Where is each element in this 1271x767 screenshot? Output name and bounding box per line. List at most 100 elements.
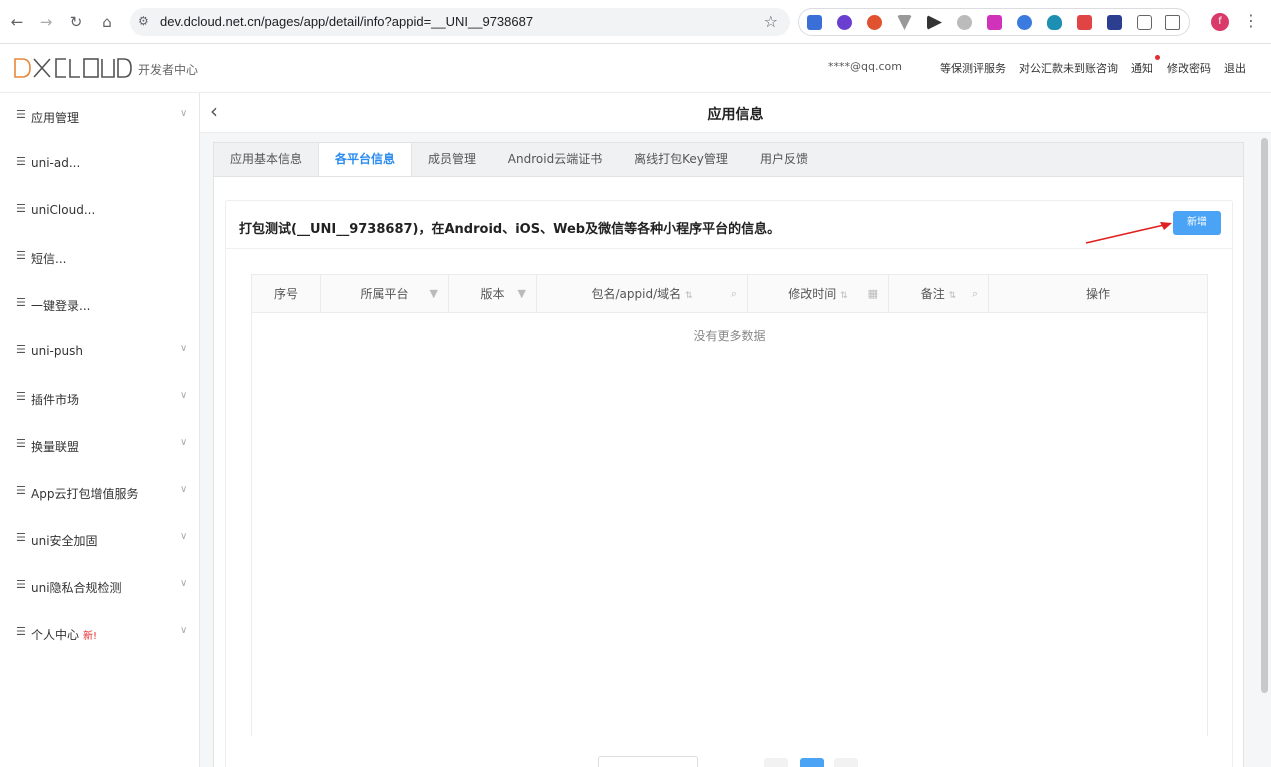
page-header: ‹ 应用信息 — [200, 93, 1271, 133]
cloud-extension-icon[interactable] — [1047, 15, 1062, 30]
chevron-down-icon: ∨ — [180, 437, 188, 448]
tab-android-cert[interactable]: Android云端证书 — [492, 143, 618, 177]
sidebar-item-unicloud[interactable]: ☰ uniCloud... — [0, 195, 200, 225]
profile-avatar[interactable]: f — [1211, 13, 1229, 31]
col-index: 序号 — [252, 275, 321, 313]
list-icon: ☰ — [16, 390, 26, 403]
notification-dot — [1155, 55, 1160, 60]
tab-bar: 应用基本信息 各平台信息 成员管理 Android云端证书 离线打包Key管理 … — [213, 142, 1244, 178]
tab-members[interactable]: 成员管理 — [412, 143, 492, 177]
tab-feedback[interactable]: 用户反馈 — [744, 143, 824, 177]
list-icon: ☰ — [16, 343, 26, 356]
header-link-logout[interactable]: 退出 — [1224, 60, 1246, 76]
tab-basic-info[interactable]: 应用基本信息 — [214, 143, 318, 177]
chevron-down-icon: ∨ — [180, 578, 188, 589]
empty-state: 没有更多数据 — [693, 329, 766, 343]
sort-icon[interactable]: ⇅ — [685, 291, 693, 301]
chevron-down-icon: ∨ — [180, 390, 188, 401]
page-scrollbar[interactable] — [1261, 138, 1268, 693]
extension-icon[interactable] — [837, 15, 852, 30]
col-version[interactable]: 版本 ▼ — [449, 275, 537, 313]
list-icon: ☰ — [16, 108, 26, 121]
tab-offline-key[interactable]: 离线打包Key管理 — [618, 143, 744, 177]
app-header: 开发者中心 ****@qq.com 等保测评服务 对公汇款未到账咨询 通知 修改… — [0, 44, 1271, 93]
col-package-label: 包名/appid/域名 — [591, 287, 682, 301]
extension-icon[interactable] — [867, 15, 882, 30]
extension-icon[interactable] — [957, 15, 972, 30]
header-link-change-password[interactable]: 修改密码 — [1167, 60, 1211, 76]
sidebar-item-sms[interactable]: ☰ 短信... — [0, 242, 200, 272]
sidebar-item-cloud-build[interactable]: ☰ App云打包增值服务 ∨ — [0, 477, 200, 507]
col-package[interactable]: 包名/appid/域名 ⇅ ⌕ — [537, 275, 748, 313]
prev-page-button[interactable] — [764, 758, 788, 767]
list-icon: ☰ — [16, 155, 26, 168]
back-arrow-icon[interactable]: ← — [6, 11, 28, 33]
filter-icon[interactable]: ▼ — [518, 275, 526, 313]
col-modified-time[interactable]: 修改时间 ⇅ ▦ — [748, 275, 889, 313]
list-icon: ☰ — [16, 202, 26, 215]
sidebar-item-traffic-alliance[interactable]: ☰ 换量联盟 ∨ — [0, 430, 200, 460]
add-platform-button[interactable]: 新增 — [1173, 211, 1221, 235]
sidebar-item-one-click-login[interactable]: ☰ 一键登录... — [0, 289, 200, 319]
tab-platform-info[interactable]: 各平台信息 — [318, 143, 412, 178]
col-remark[interactable]: 备注 ⇅ ⌕ — [889, 275, 989, 313]
filter-icon[interactable]: ▼ — [430, 275, 438, 313]
forward-arrow-icon[interactable]: → — [35, 11, 57, 33]
col-platform-label: 所属平台 — [360, 287, 409, 301]
chevron-down-icon: ∨ — [180, 625, 188, 636]
more-menu-icon[interactable]: ⋮ — [1243, 11, 1259, 30]
sidebar-item-app-management[interactable]: ☰ 应用管理 ∨ — [0, 101, 200, 131]
chevron-down-icon: ∨ — [180, 531, 188, 542]
sidebar-item-label: 应用管理 — [31, 111, 80, 125]
bookmark-star-icon[interactable]: ☆ — [764, 12, 778, 31]
page-size-select[interactable] — [598, 756, 698, 767]
extension-icon[interactable] — [807, 15, 822, 30]
sidebar-item-personal-center[interactable]: ☰ 个人中心 新! ∨ — [0, 618, 200, 648]
col-actions: 操作 — [1085, 287, 1110, 301]
extension-icon[interactable] — [897, 15, 912, 30]
sidebar-item-label-text: 个人中心 — [31, 628, 80, 642]
sidebar-item-privacy-check[interactable]: ☰ uni隐私合规检测 ∨ — [0, 571, 200, 601]
address-bar[interactable]: ⚙ dev.dcloud.net.cn/pages/app/detail/inf… — [130, 8, 790, 36]
extension-icon[interactable] — [1017, 15, 1032, 30]
search-icon[interactable]: ⌕ — [731, 275, 737, 313]
col-platform[interactable]: 所属平台 ▼ — [321, 275, 449, 313]
col-version-label: 版本 — [480, 287, 505, 301]
current-page-button[interactable] — [800, 758, 824, 767]
sidebar-item-uni-push[interactable]: ☰ uni-push ∨ — [0, 336, 200, 366]
puzzle-icon[interactable] — [1165, 15, 1180, 30]
download-extension-icon[interactable] — [987, 15, 1002, 30]
list-icon: ☰ — [16, 249, 26, 262]
calendar-icon[interactable]: ▦ — [868, 275, 878, 313]
sidebar: ☰ 应用管理 ∨ ☰ uni-ad... ☰ uniCloud... ☰ 短信... ☰ 一… — [0, 93, 200, 767]
tab-extension-icon[interactable] — [1137, 15, 1152, 30]
dcloud-logo[interactable] — [14, 57, 132, 79]
play-extension-icon[interactable] — [927, 15, 942, 30]
platform-description: 打包测试(__UNI__9738687)，在Android、iOS、Web及微信… — [239, 222, 781, 237]
header-link-transfer-inquiry[interactable]: 对公汇款未到账咨询 — [1019, 60, 1118, 76]
sidebar-item-security-hardening[interactable]: ☰ uni安全加固 ∨ — [0, 524, 200, 554]
sidebar-item-label: App云打包增值服务 — [31, 487, 139, 501]
card-header: 打包测试(__UNI__9738687)，在Android、iOS、Web及微信… — [226, 201, 1232, 249]
reload-icon[interactable]: ↻ — [65, 11, 87, 33]
sidebar-item-plugin-market[interactable]: ☰ 插件市场 ∨ — [0, 383, 200, 413]
site-settings-icon[interactable]: ⚙ — [138, 14, 149, 28]
portal-subtitle: 开发者中心 — [138, 63, 199, 77]
sidebar-item-label: uni-push — [31, 344, 83, 358]
sort-icon[interactable]: ⇅ — [949, 291, 957, 301]
extension-icon[interactable] — [1077, 15, 1092, 30]
list-icon: ☰ — [16, 484, 26, 497]
user-email[interactable]: ****@qq.com — [828, 60, 902, 73]
sidebar-item-label: 短信... — [31, 252, 67, 266]
platform-card: 打包测试(__UNI__9738687)，在Android、iOS、Web及微信… — [225, 200, 1233, 767]
extension-icon[interactable] — [1107, 15, 1122, 30]
home-icon[interactable]: ⌂ — [96, 11, 118, 33]
extensions-tray — [798, 8, 1190, 36]
sort-icon[interactable]: ⇅ — [840, 291, 848, 301]
sidebar-item-label: uniCloud... — [31, 203, 96, 217]
header-link-security-eval[interactable]: 等保测评服务 — [940, 60, 1006, 76]
search-icon[interactable]: ⌕ — [972, 275, 978, 313]
sidebar-item-uni-ad[interactable]: ☰ uni-ad... — [0, 148, 200, 178]
next-page-button[interactable] — [834, 758, 858, 767]
header-link-notify[interactable]: 通知 — [1131, 60, 1153, 76]
